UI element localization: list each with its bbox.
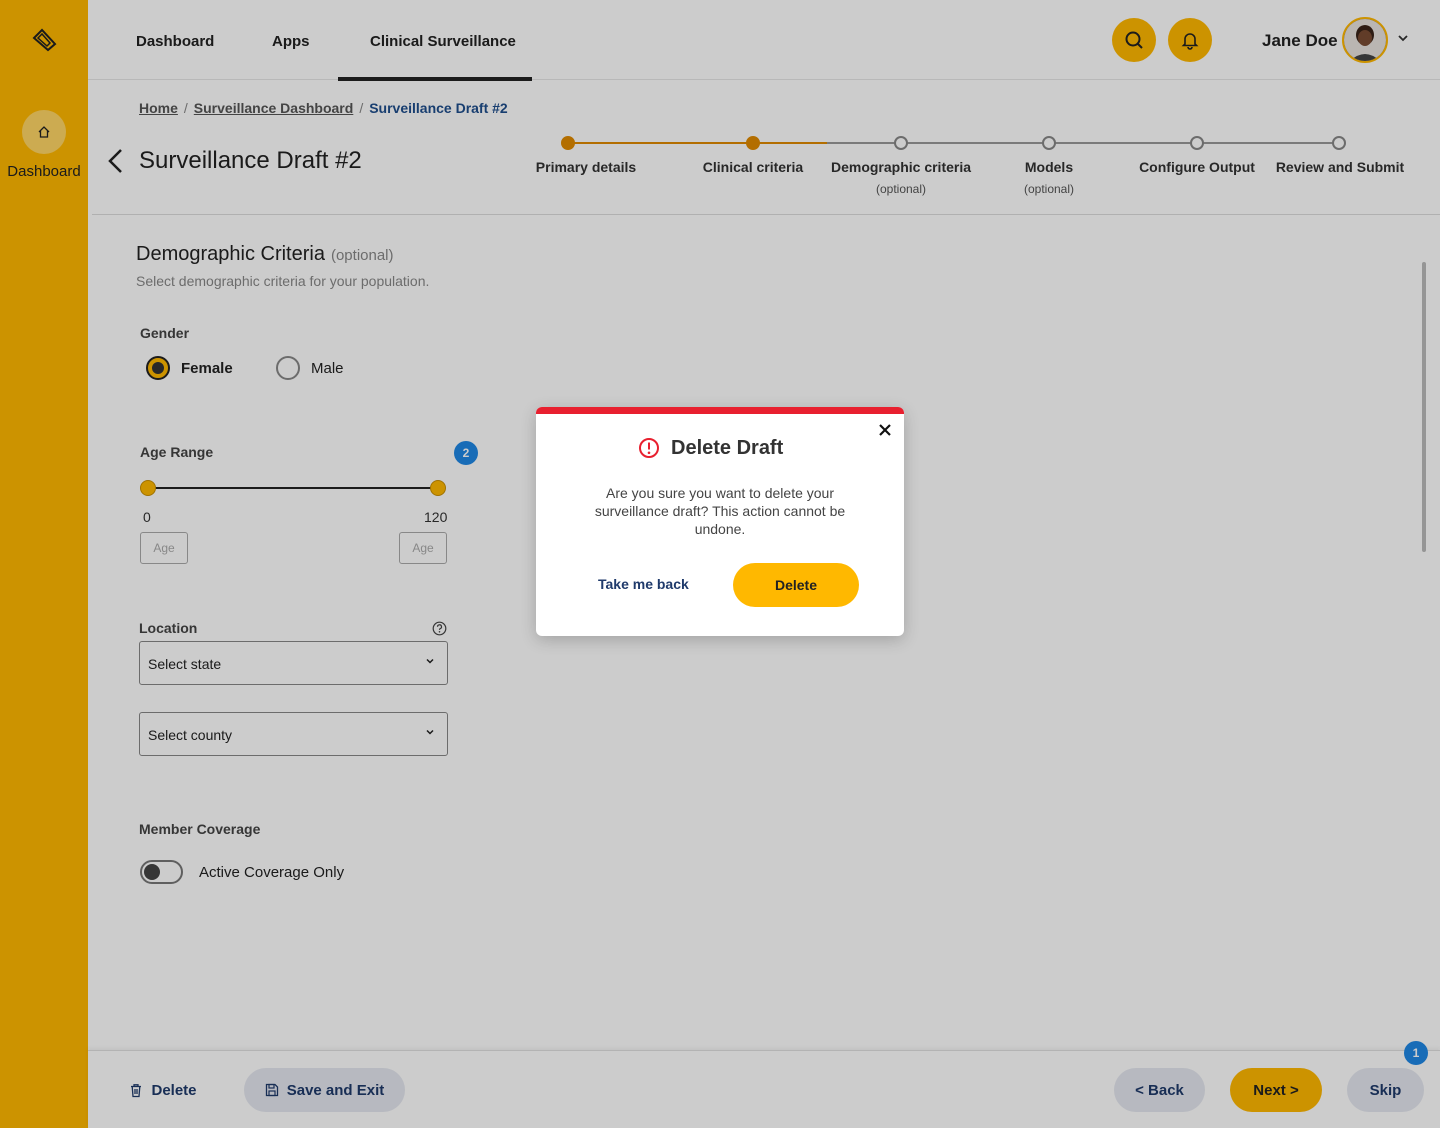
close-icon[interactable] — [878, 423, 892, 437]
delete-draft-dialog: Delete Draft Are you sure you want to de… — [536, 407, 904, 636]
dialog-danger-bar — [536, 407, 904, 414]
confirm-delete-button[interactable]: Delete — [733, 563, 859, 607]
dialog-message: Are you sure you want to delete your sur… — [594, 485, 846, 537]
alert-icon — [639, 438, 659, 458]
take-me-back-button[interactable]: Take me back — [598, 576, 689, 592]
dialog-title: Delete Draft — [671, 437, 784, 459]
